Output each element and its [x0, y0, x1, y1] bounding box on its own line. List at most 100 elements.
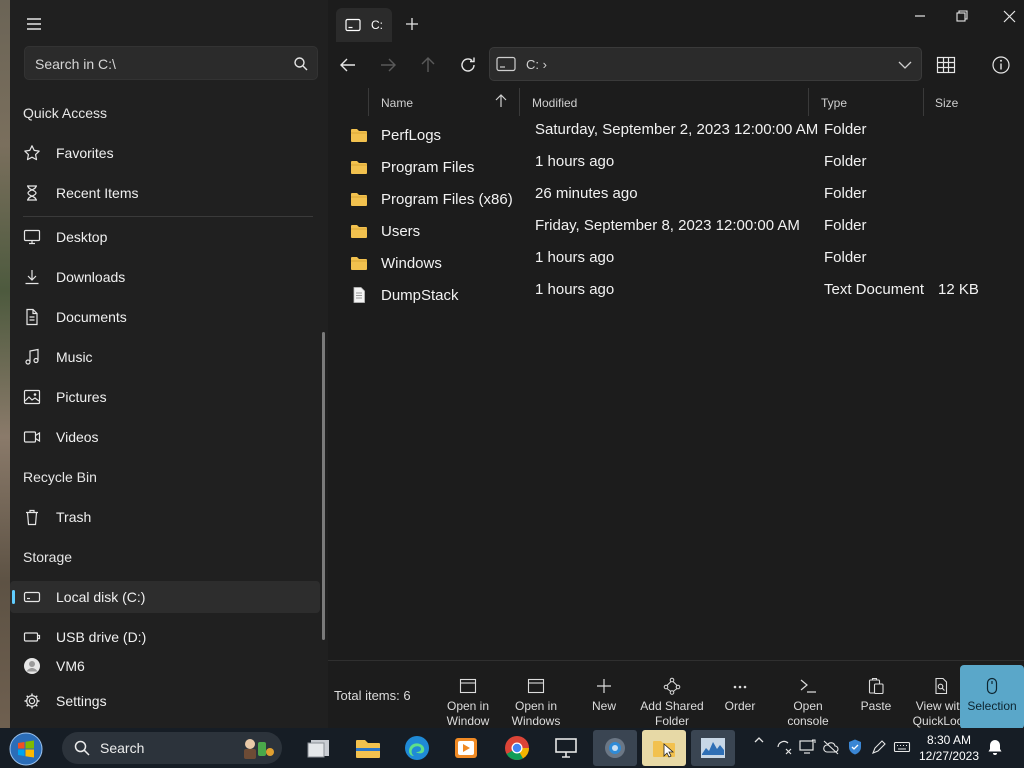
close-icon[interactable]: [998, 8, 1020, 26]
tray-sync-off-icon[interactable]: [775, 738, 793, 756]
file-modified: Saturday, September 2, 2023 12:00:00 AM: [535, 121, 819, 138]
open-in-window-button[interactable]: Open in Window: [433, 669, 503, 729]
file-row[interactable]: Users Friday, September 8, 2023 12:00:00…: [332, 214, 1024, 246]
search-input[interactable]: Search in C:\: [24, 46, 318, 80]
search-icon[interactable]: [293, 56, 309, 72]
show-hidden-icons-chevron-up-icon[interactable]: [750, 734, 768, 752]
section-storage[interactable]: Storage: [23, 549, 72, 565]
open-in-windows-button[interactable]: Open in Windows: [501, 669, 571, 729]
sidebar-item-documents[interactable]: Documents: [10, 301, 320, 333]
taskbar-clock[interactable]: 8:30 AM 12/27/2023: [912, 732, 986, 764]
more-icon: [731, 677, 749, 695]
tray-keyboard-icon[interactable]: [893, 738, 911, 756]
drive-icon: [23, 588, 41, 606]
taskbar-app-edge[interactable]: [395, 730, 439, 766]
command-label: Order: [724, 699, 756, 713]
column-separator[interactable]: [368, 88, 369, 116]
tray-display-icon[interactable]: [798, 738, 816, 756]
file-modified: 1 hours ago: [535, 153, 615, 170]
forward-arrow-icon[interactable]: [377, 54, 399, 76]
tray-pen-icon[interactable]: [870, 738, 888, 756]
sidebar-item-videos[interactable]: Videos: [10, 421, 320, 453]
open-console-button[interactable]: Open console: [773, 669, 843, 729]
layout-grid-icon[interactable]: [935, 54, 957, 76]
add-shared-folder-button[interactable]: Add Shared Folder: [637, 669, 707, 729]
taskbar-app-settings[interactable]: [593, 730, 637, 766]
console-icon: [799, 677, 817, 695]
hourglass-icon: [23, 184, 41, 202]
taskbar-app-files[interactable]: [642, 730, 686, 766]
text-file-icon: [350, 287, 368, 303]
image-icon: [23, 388, 41, 406]
video-icon: [23, 428, 41, 446]
taskbar: Search 8:30 AM 12/27/2023: [0, 728, 1024, 768]
sidebar-item-label: Favorites: [56, 145, 114, 161]
info-icon[interactable]: [990, 54, 1012, 76]
column-separator[interactable]: [923, 88, 924, 116]
file-row[interactable]: DumpStack 1 hours ago Text Document 12 K…: [332, 278, 1024, 310]
sidebar-item-desktop[interactable]: Desktop: [10, 221, 320, 253]
up-arrow-icon[interactable]: [417, 54, 439, 76]
column-header-type[interactable]: Type: [821, 96, 847, 110]
sort-ascending-arrow-icon[interactable]: [494, 94, 508, 108]
taskbar-app-task-view[interactable]: [297, 730, 341, 766]
command-label: Paste: [860, 699, 892, 713]
paste-button[interactable]: Paste: [841, 669, 911, 729]
taskbar-app-chrome[interactable]: [495, 730, 539, 766]
column-header-modified[interactable]: Modified: [532, 96, 577, 110]
sidebar-item-local-disk-c[interactable]: Local disk (C:): [10, 581, 320, 613]
sidebar-divider: [23, 216, 313, 217]
taskbar-app-file-explorer[interactable]: [346, 730, 390, 766]
tray-security-shield-icon[interactable]: [846, 738, 864, 756]
file-row[interactable]: Windows 1 hours ago Folder: [332, 246, 1024, 278]
sidebar-item-recent-items[interactable]: Recent Items: [10, 177, 320, 209]
sidebar-item-vm6[interactable]: VM6: [10, 650, 320, 682]
refresh-icon[interactable]: [457, 54, 479, 76]
taskbar-app-resource-monitor[interactable]: [691, 730, 735, 766]
file-row[interactable]: PerfLogs Saturday, September 2, 2023 12:…: [332, 118, 1024, 150]
file-row[interactable]: Program Files (x86) 26 minutes ago Folde…: [332, 182, 1024, 214]
section-recycle-bin[interactable]: Recycle Bin: [23, 469, 97, 485]
sidebar-item-trash[interactable]: Trash: [10, 501, 320, 533]
new-button[interactable]: New: [569, 669, 639, 729]
back-arrow-icon[interactable]: [337, 54, 359, 76]
file-name: Program Files (x86): [381, 191, 513, 208]
address-bar[interactable]: C: ›: [489, 47, 922, 81]
minimize-icon[interactable]: [909, 8, 931, 26]
chevron-down-icon[interactable]: [897, 57, 913, 73]
download-icon: [23, 268, 41, 286]
sidebar-item-pictures[interactable]: Pictures: [10, 381, 320, 413]
order-button[interactable]: Order: [705, 669, 775, 729]
sidebar-item-usb-drive-d[interactable]: USB drive (D:): [10, 621, 320, 653]
folder-icon: [350, 159, 368, 175]
column-separator[interactable]: [519, 88, 520, 116]
desktop-wallpaper: [0, 0, 10, 728]
command-label: Open in Windows: [511, 699, 561, 728]
sidebar-item-downloads[interactable]: Downloads: [10, 261, 320, 293]
sidebar-item-label: Local disk (C:): [56, 589, 146, 605]
tab-c-drive[interactable]: C:: [336, 8, 392, 42]
section-quick-access[interactable]: Quick Access: [23, 105, 107, 121]
taskbar-app-media-player[interactable]: [444, 730, 488, 766]
column-header-name[interactable]: Name: [381, 96, 413, 110]
sidebar-item-music[interactable]: Music: [10, 341, 320, 373]
sidebar-scrollbar[interactable]: [322, 332, 325, 640]
sidebar-item-settings[interactable]: Settings: [10, 685, 320, 717]
restore-icon[interactable]: [951, 8, 973, 26]
taskbar-app-remote-desktop[interactable]: [544, 730, 588, 766]
sidebar-item-favorites[interactable]: Favorites: [10, 137, 320, 169]
file-name: Program Files: [381, 159, 475, 176]
windows-start-icon[interactable]: [8, 731, 44, 767]
file-modified: Friday, September 8, 2023 12:00:00 AM: [535, 217, 800, 234]
column-header-size[interactable]: Size: [935, 96, 958, 110]
search-icon: [74, 740, 90, 756]
file-name: PerfLogs: [381, 127, 442, 144]
file-row[interactable]: Program Files 1 hours ago Folder: [332, 150, 1024, 182]
column-separator[interactable]: [808, 88, 809, 116]
selection-button[interactable]: Selection: [960, 665, 1024, 729]
hamburger-menu-icon[interactable]: [24, 14, 44, 34]
notifications-bell-icon[interactable]: [986, 738, 1004, 756]
tray-cloud-off-icon[interactable]: [822, 738, 840, 756]
taskbar-search-box[interactable]: Search: [62, 732, 282, 764]
new-tab-plus-icon[interactable]: [403, 15, 421, 33]
